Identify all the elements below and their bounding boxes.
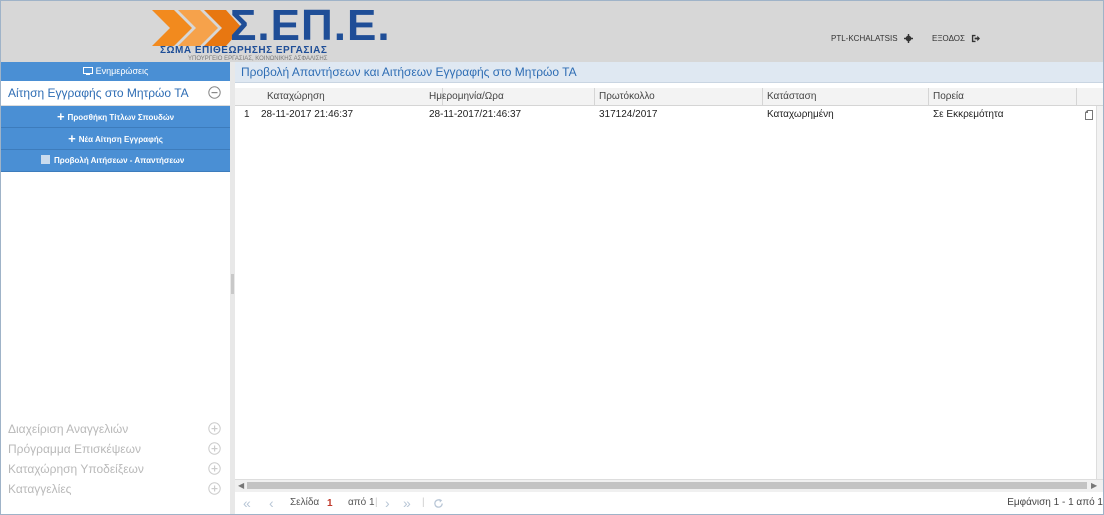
scroll-left-icon[interactable]: ◀ <box>238 480 244 492</box>
sidebar-item-updates[interactable]: Ενημερώσεις <box>1 62 230 81</box>
sidebar-section-visits[interactable]: Πρόγραμμα Επισκέψεων <box>1 439 230 459</box>
scroll-right-icon[interactable]: ▶ <box>1091 480 1097 492</box>
expand-icon[interactable] <box>208 482 221 495</box>
last-page-icon[interactable]: » <box>403 492 411 514</box>
main-panel: Προβολή Απαντήσεων και Αιτήσεων Εγγραφής… <box>235 62 1103 514</box>
list-icon <box>41 155 50 164</box>
user-menu[interactable]: PTL-KCHALATSIS <box>831 34 913 44</box>
sign-out-icon <box>972 35 981 43</box>
grid-header: Καταχώρηση Ημερομηνία/Ωρα Πρωτόκολλο Κατ… <box>235 88 1103 106</box>
logout-button[interactable]: ΕΞΟΔΟΣ <box>932 34 981 43</box>
column-header[interactable]: Ημερομηνία/Ωρα <box>425 88 595 105</box>
sidebar-item-label: Ενημερώσεις <box>95 66 149 76</box>
header-bar: Σ.ΕΠ.Ε. ΣΩΜΑ ΕΠΙΘΕΩΡΗΣΗΣ ΕΡΓΑΣΙΑΣ ΥΠΟΥΡΓ… <box>1 1 1103 62</box>
expand-icon[interactable] <box>208 422 221 435</box>
plus-icon: + <box>56 109 65 124</box>
cell-status: Καταχωρημένη <box>767 109 834 120</box>
cell-datetime: 28-11-2017/21:46:37 <box>429 109 522 120</box>
sidebar-section-label: Διαχείριση Αναγγελιών <box>8 422 129 436</box>
plus-icon: + <box>68 131 76 146</box>
sidebar-section-label: Καταγγελίες <box>8 482 72 496</box>
page-label: Σελίδα <box>290 497 320 508</box>
column-header[interactable]: Πορεία <box>929 88 1077 105</box>
logo-mark: Σ.ΕΠ.Ε. <box>230 1 391 50</box>
cell-entry: 28-11-2017 21:46:37 <box>261 109 354 120</box>
vertical-scrollbar[interactable] <box>1096 106 1103 491</box>
sidebar-section-registration[interactable]: Αίτηση Εγγραφής στο Μητρώο ΤΑ <box>1 81 230 106</box>
sidebar-item-label: Προβολή Αιτήσεων - Απαντήσεων <box>54 156 185 165</box>
sidebar-section-indications[interactable]: Καταχώρηση Υποδείξεων <box>1 459 230 479</box>
gear-icon <box>903 34 913 44</box>
expand-icon[interactable] <box>208 442 221 455</box>
sidebar-section-announcements[interactable]: Διαχείριση Αναγγελιών <box>1 419 230 439</box>
logo: Σ.ΕΠ.Ε. ΣΩΜΑ ΕΠΙΘΕΩΡΗΣΗΣ ΕΡΓΑΣΙΑΣ ΥΠΟΥΡΓ… <box>152 4 390 62</box>
sidebar-item-view-applications[interactable]: Προβολή Αιτήσεων - Απαντήσεων <box>1 150 230 172</box>
pager-divider: | <box>375 497 378 508</box>
collapse-icon[interactable] <box>208 86 221 99</box>
sidebar-section-label: Καταχώρηση Υποδείξεων <box>8 462 144 476</box>
sidebar-item-new-application[interactable]: + Νέα Αίτηση Εγγραφής <box>1 128 230 150</box>
table-row[interactable]: 1 28-11-2017 21:46:37 28-11-2017/21:46:3… <box>235 106 1103 124</box>
logout-label: ΕΞΟΔΟΣ <box>932 34 965 43</box>
pager: « ‹ Σελίδα 1 από 1 | › » | Εμφάνιση 1 - … <box>235 492 1103 514</box>
expand-icon[interactable] <box>208 462 221 475</box>
pager-info: Εμφάνιση 1 - 1 από 1 <box>1007 497 1103 508</box>
chevron-logo-icon <box>152 10 242 46</box>
column-header[interactable]: Καταχώρηση <box>259 88 443 105</box>
monitor-icon <box>82 67 93 75</box>
page-count: από 1 <box>348 497 375 508</box>
page-title: Προβολή Απαντήσεων και Αιτήσεων Εγγραφής… <box>235 62 1103 83</box>
column-header[interactable]: Πρωτόκολλο <box>595 88 763 105</box>
first-page-icon[interactable]: « <box>243 492 251 514</box>
sidebar-item-label: Προσθήκη Τίτλων Σπουδών <box>67 113 175 122</box>
sidebar-section-complaints[interactable]: Καταγγελίες <box>1 479 230 499</box>
page-input[interactable]: 1 <box>327 493 333 514</box>
sidebar-item-label: Νέα Αίτηση Εγγραφής <box>78 135 163 144</box>
cell-progress: Σε Εκκρεμότητα <box>933 109 1004 120</box>
horizontal-scrollbar[interactable]: ◀ ▶ <box>235 479 1103 492</box>
sidebar-section-label: Πρόγραμμα Επισκέψεων <box>8 442 142 456</box>
sidebar: Ενημερώσεις Αίτηση Εγγραφής στο Μητρώο Τ… <box>1 62 230 514</box>
next-page-icon[interactable]: › <box>385 492 390 514</box>
user-name: PTL-KCHALATSIS <box>831 34 898 43</box>
logo-subtitle: ΣΩΜΑ ΕΠΙΘΕΩΡΗΣΗΣ ΕΡΓΑΣΙΑΣ <box>160 45 328 56</box>
sidebar-item-add-titles[interactable]: + Προσθήκη Τίτλων Σπουδών <box>1 106 230 128</box>
row-number: 1 <box>244 109 250 120</box>
column-header[interactable]: Κατάσταση <box>763 88 929 105</box>
splitter-handle[interactable] <box>231 274 234 294</box>
prev-page-icon[interactable]: ‹ <box>269 492 274 514</box>
cell-protocol: 317124/2017 <box>599 109 658 120</box>
refresh-icon[interactable] <box>433 498 444 509</box>
scrollbar-thumb[interactable] <box>247 482 1087 489</box>
pager-divider: | <box>422 497 425 508</box>
document-icon[interactable] <box>1085 110 1093 120</box>
app-window: Σ.ΕΠ.Ε. ΣΩΜΑ ΕΠΙΘΕΩΡΗΣΗΣ ΕΡΓΑΣΙΑΣ ΥΠΟΥΡΓ… <box>0 0 1104 515</box>
sidebar-section-label: Αίτηση Εγγραφής στο Μητρώο ΤΑ <box>8 86 189 100</box>
